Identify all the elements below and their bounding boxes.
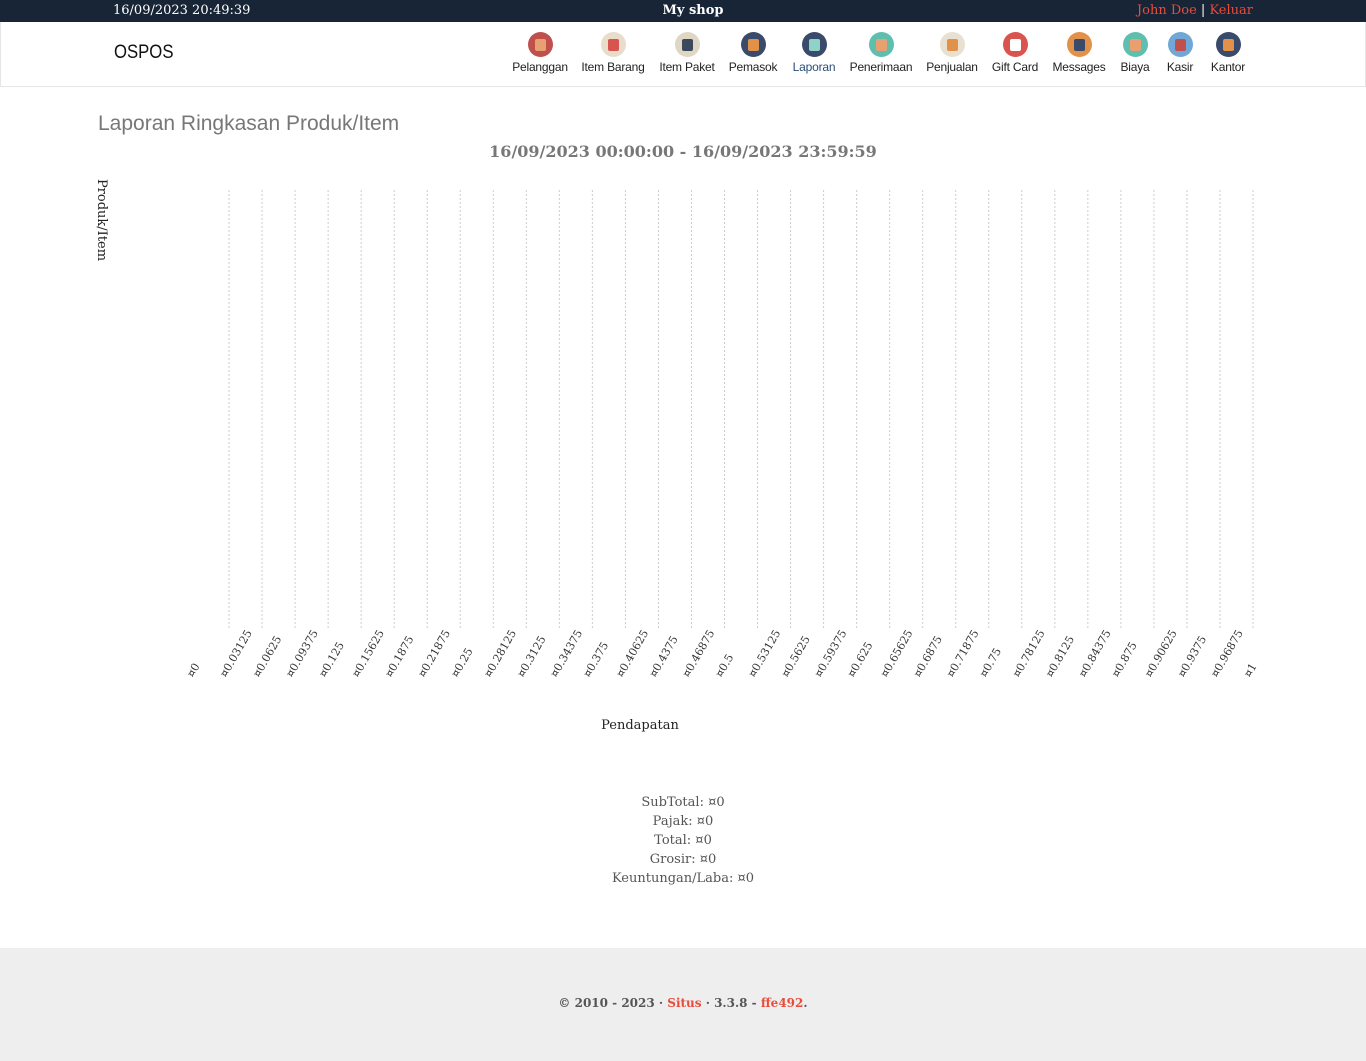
x-tick-label: ¤0.125 bbox=[316, 640, 347, 680]
nav-label: Pelanggan bbox=[512, 60, 568, 74]
x-tick-label: ¤0.28125 bbox=[482, 628, 520, 680]
messages-phone-icon bbox=[1066, 32, 1092, 57]
x-tick-label: ¤0.5 bbox=[713, 652, 737, 680]
x-tick-label: ¤0.53125 bbox=[746, 628, 784, 680]
x-tick-label: ¤0.9375 bbox=[1175, 634, 1209, 680]
x-tick-label: ¤0.59375 bbox=[812, 628, 850, 680]
summary-value: ¤0 bbox=[696, 814, 714, 829]
summary-line: Keuntungan/Laba: ¤0 bbox=[611, 871, 755, 886]
user-menu: John Doe | Keluar bbox=[1137, 3, 1253, 18]
x-tick-label: ¤0.21875 bbox=[416, 628, 454, 680]
x-tick-label: ¤0 bbox=[184, 661, 202, 680]
x-tick-label: ¤0.46875 bbox=[680, 628, 718, 680]
x-tick-label: ¤0.5625 bbox=[779, 634, 813, 680]
y-axis-label: Produk/Item bbox=[94, 179, 109, 261]
summary-label: Keuntungan/Laba bbox=[611, 871, 729, 886]
footer-text: © 2010 - 2023 · Situs · 3.3.8 - ffe492. bbox=[0, 996, 1366, 1010]
footer-commit-link[interactable]: ffe492 bbox=[761, 996, 804, 1010]
office-door-icon bbox=[1215, 32, 1241, 57]
summary-label: Total bbox=[654, 833, 687, 848]
x-tick-label: ¤0.78125 bbox=[1010, 628, 1048, 680]
x-tick-label: ¤0.75 bbox=[977, 646, 1004, 680]
summary-value: ¤0 bbox=[737, 871, 755, 886]
brand-logo[interactable]: OSPOS bbox=[114, 42, 173, 64]
report-summary: SubTotal: ¤0 Pajak: ¤0 Total: ¤0 Grosir: ¤0… bbox=[0, 793, 1366, 888]
x-tick-label: ¤0.25 bbox=[449, 646, 476, 680]
x-tick-label: ¤0.1875 bbox=[383, 634, 417, 680]
item-kits-stack-icon bbox=[674, 32, 700, 57]
x-tick-label: ¤0.65625 bbox=[878, 628, 916, 680]
summary-line: SubTotal: ¤0 bbox=[641, 795, 725, 810]
footer-site-link[interactable]: Situs bbox=[667, 996, 701, 1010]
summary-line: Total: ¤0 bbox=[654, 833, 712, 848]
x-tick-label: ¤0.15625 bbox=[349, 628, 387, 680]
x-tick-label: ¤0.6875 bbox=[911, 634, 945, 680]
footer-copyright: © 2010 - 2023 · bbox=[558, 996, 664, 1010]
nav-item-barang[interactable]: Item Barang bbox=[573, 32, 653, 74]
x-tick-label: ¤0.3125 bbox=[515, 634, 549, 680]
reports-chart-icon bbox=[801, 32, 827, 57]
x-tick-label: ¤0.90625 bbox=[1142, 628, 1180, 680]
x-tick-label: ¤0.03125 bbox=[217, 628, 255, 680]
footer-end: . bbox=[803, 996, 808, 1010]
user-menu-separator: | bbox=[1200, 3, 1206, 18]
summary-value: ¤0 bbox=[708, 795, 725, 810]
report-date-range: 16/09/2023 00:00:00 - 16/09/2023 23:59:5… bbox=[489, 142, 877, 161]
x-tick-label: ¤0.09375 bbox=[283, 628, 321, 680]
x-tick-label: ¤1 bbox=[1241, 661, 1259, 680]
footer-version: · 3.3.8 - bbox=[705, 996, 757, 1010]
top-bar: 16/09/2023 20:49:39 My shop John Doe | K… bbox=[0, 0, 1366, 22]
x-axis-ticks: ¤0 ¤0.03125¤0.0625 ¤0.09375¤0.125 ¤0.15625¤… bbox=[184, 628, 1259, 680]
x-axis-label: Pendapatan bbox=[601, 718, 679, 733]
page-title: Laporan Ringkasan Produk/Item bbox=[98, 112, 400, 135]
summary-label: SubTotal bbox=[641, 795, 700, 810]
revenue-chart: ¤0 ¤0.03125¤0.0625 ¤0.09375¤0.125 ¤0.15625¤… bbox=[94, 179, 1260, 733]
x-tick-label: ¤0.0625 bbox=[250, 634, 284, 680]
nav-label: Item Barang bbox=[581, 60, 645, 74]
summary-line: Grosir: ¤0 bbox=[649, 852, 717, 867]
x-tick-label: ¤0.40625 bbox=[614, 628, 652, 680]
logout-link[interactable]: Keluar bbox=[1209, 3, 1253, 18]
x-tick-label: ¤0.34375 bbox=[548, 628, 586, 680]
nav-label: Penerimaan bbox=[849, 60, 913, 74]
x-tick-label: ¤0.96875 bbox=[1208, 628, 1246, 680]
nav-kantor[interactable]: Kantor bbox=[1188, 32, 1268, 74]
sales-basket-icon bbox=[939, 32, 965, 57]
footer: © 2010 - 2023 · Situs · 3.3.8 - ffe492. bbox=[0, 948, 1366, 1061]
chart-grid bbox=[228, 190, 1254, 630]
nav-penerimaan[interactable]: Penerimaan bbox=[841, 32, 921, 74]
x-tick-label: ¤0.4375 bbox=[647, 634, 681, 680]
x-tick-label: ¤0.84375 bbox=[1076, 628, 1114, 680]
x-tick-label: ¤0.375 bbox=[581, 640, 612, 680]
x-tick-label: ¤0.71875 bbox=[944, 628, 982, 680]
x-tick-label: ¤0.8125 bbox=[1043, 634, 1077, 680]
summary-label: Grosir bbox=[649, 852, 692, 867]
receivings-cart-icon bbox=[868, 32, 894, 57]
nav-label: Kantor bbox=[1210, 60, 1246, 74]
summary-line: Pajak: ¤0 bbox=[652, 814, 714, 829]
main-navbar: OSPOS Pelanggan Item Barang Item Paket Pema… bbox=[0, 22, 1366, 87]
customers-icon bbox=[527, 32, 553, 57]
summary-label: Pajak bbox=[652, 814, 689, 829]
user-name-link[interactable]: John Doe bbox=[1137, 3, 1197, 18]
suppliers-briefcase-icon bbox=[740, 32, 766, 57]
giftcard-heart-icon bbox=[1002, 32, 1028, 57]
items-tag-icon bbox=[600, 32, 626, 57]
x-tick-label: ¤0.625 bbox=[845, 640, 876, 680]
x-tick-label: ¤0.875 bbox=[1109, 640, 1140, 680]
summary-value: ¤0 bbox=[695, 833, 712, 848]
summary-value: ¤0 bbox=[699, 852, 717, 867]
nav-pelanggan[interactable]: Pelanggan bbox=[500, 32, 580, 74]
